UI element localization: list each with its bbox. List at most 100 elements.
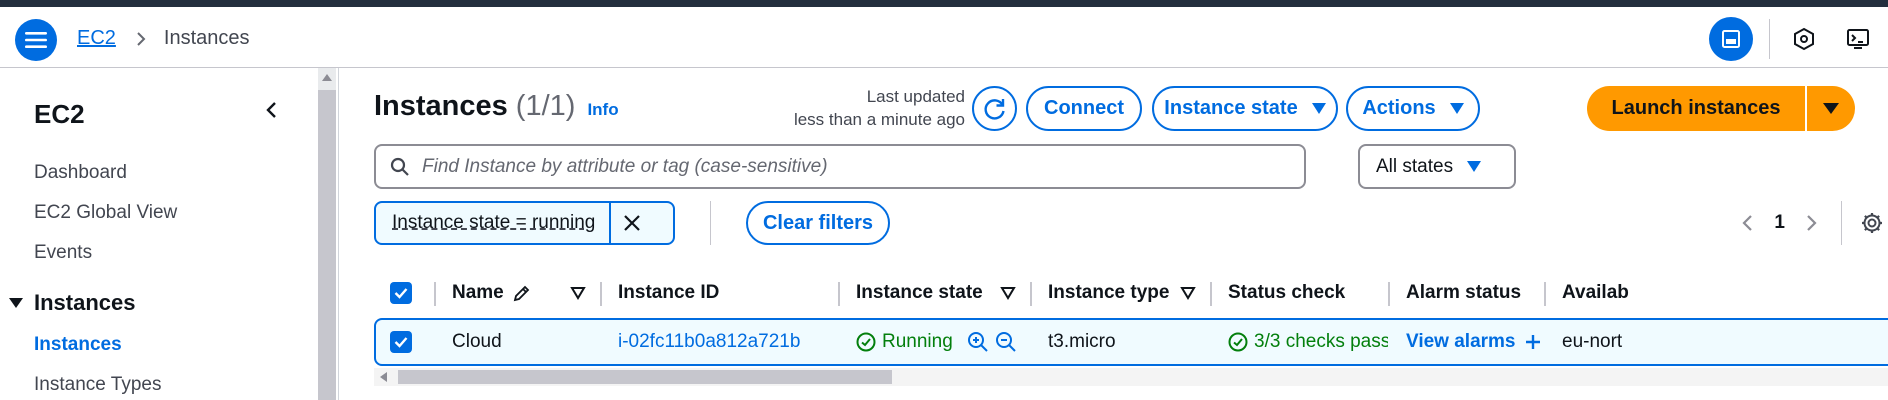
scrollbar-thumb[interactable]	[318, 90, 336, 400]
cell-status-check-text: 3/3 checks passed	[1254, 331, 1388, 352]
last-updated: Last updated less than a minute ago	[780, 85, 965, 131]
refresh-icon	[983, 98, 1005, 120]
pagination: 1	[1740, 201, 1888, 245]
column-divider[interactable]	[1544, 282, 1546, 306]
main-content: Instances (1/1) Info Last updated less t…	[374, 68, 1888, 400]
caret-down-icon	[9, 298, 23, 308]
caret-down-icon	[1449, 103, 1464, 114]
gear-icon[interactable]	[1860, 211, 1884, 235]
cell-status-check: 3/3 checks passed	[1228, 320, 1388, 364]
column-divider[interactable]	[600, 282, 602, 306]
cell-instance-state-text: Running	[882, 331, 953, 352]
caret-down-icon	[1467, 161, 1482, 172]
breadcrumb: EC2 Instances	[77, 27, 250, 50]
sort-caret-icon[interactable]	[570, 286, 586, 300]
sidebar-item-instance-types[interactable]: Instance Types	[34, 374, 161, 396]
caret-down-icon	[1311, 103, 1326, 114]
instance-count: (1/1)	[515, 90, 576, 122]
panel-icon	[1722, 30, 1740, 48]
plus-icon[interactable]	[1524, 333, 1542, 351]
clear-filters-button[interactable]: Clear filters	[746, 201, 890, 245]
sidebar-item-events[interactable]: Events	[34, 242, 92, 264]
cell-name: Cloud	[452, 331, 502, 352]
sidebar-item-dashboard[interactable]: Dashboard	[34, 162, 127, 184]
top-strip	[0, 0, 1888, 7]
view-alarms-link[interactable]: View alarms	[1406, 320, 1542, 364]
column-header-name[interactable]: Name	[452, 270, 532, 315]
table-row[interactable]: Cloud i-02fc11b0a812a721b Running t3.mic…	[374, 318, 1888, 366]
check-icon	[394, 337, 408, 348]
filter-divider	[710, 201, 711, 245]
header-actions	[1709, 17, 1888, 61]
check-icon	[394, 287, 408, 299]
page-number[interactable]: 1	[1774, 212, 1785, 234]
zoom-out-icon[interactable]	[995, 331, 1017, 353]
states-filter-select[interactable]: All states	[1358, 144, 1516, 189]
select-all-checkbox[interactable]	[390, 270, 412, 315]
scroll-left-icon[interactable]	[380, 372, 387, 382]
chevron-left-icon	[266, 102, 276, 118]
column-divider[interactable]	[1210, 282, 1212, 306]
filter-token: Instance state = running	[374, 201, 675, 245]
top-header: EC2 Instances	[0, 7, 1888, 68]
chevron-right-icon	[136, 31, 146, 47]
collapse-sidebar-button[interactable]	[260, 98, 284, 122]
cell-availability-zone: eu-nort	[1562, 331, 1623, 352]
remove-filter-button[interactable]	[609, 203, 653, 243]
success-check-icon	[1228, 332, 1248, 352]
sidebar: EC2 Dashboard EC2 Global View Events Ins…	[0, 68, 318, 400]
column-divider[interactable]	[434, 282, 436, 306]
sidebar-item-instances[interactable]: Instances	[34, 334, 122, 356]
connect-button[interactable]: Connect	[1026, 86, 1142, 131]
row-checkbox[interactable]	[390, 320, 412, 364]
sort-caret-icon[interactable]	[1000, 286, 1016, 300]
column-header-instance-id[interactable]: Instance ID	[618, 270, 719, 315]
column-divider[interactable]	[838, 282, 840, 306]
split-panel-button[interactable]	[1709, 17, 1753, 61]
sidebar-item-global-view[interactable]: EC2 Global View	[34, 202, 177, 224]
breadcrumb-ec2-link[interactable]: EC2	[77, 27, 116, 50]
hexagon-settings-icon	[1794, 27, 1814, 51]
zoom-in-icon[interactable]	[967, 331, 989, 353]
close-icon	[624, 215, 641, 231]
column-header-alarm-status[interactable]: Alarm status	[1406, 270, 1521, 315]
column-header-status-check[interactable]: Status check	[1228, 270, 1345, 315]
success-check-icon	[856, 332, 876, 352]
chevron-left-icon[interactable]	[1740, 213, 1754, 233]
actions-button[interactable]: Actions	[1346, 86, 1480, 131]
search-input[interactable]: Find Instance by attribute or tag (case-…	[374, 144, 1306, 189]
instance-state-button[interactable]: Instance state	[1152, 86, 1338, 131]
cloudshell-button[interactable]	[1842, 23, 1874, 55]
table-horizontal-scrollbar[interactable]	[374, 368, 1888, 386]
sidebar-scrollbar[interactable]	[318, 68, 336, 400]
last-updated-label: Last updated	[866, 87, 965, 106]
header-divider	[1769, 19, 1770, 59]
info-link[interactable]: Info	[587, 100, 618, 120]
launch-instances-button[interactable]: Launch instances	[1587, 86, 1805, 131]
search-placeholder: Find Instance by attribute or tag (case-…	[422, 155, 828, 177]
column-name-label: Name	[452, 281, 504, 303]
sidebar-section-label: Instances	[34, 290, 136, 315]
column-header-instance-state[interactable]: Instance state	[856, 270, 983, 315]
refresh-button[interactable]	[972, 86, 1017, 131]
hamburger-icon	[25, 32, 47, 48]
filter-token-label[interactable]: Instance state = running	[376, 203, 609, 243]
scroll-up-icon[interactable]	[322, 74, 332, 81]
tools-button[interactable]	[1788, 23, 1820, 55]
column-divider[interactable]	[1388, 282, 1390, 306]
sidebar-title: EC2	[34, 99, 85, 129]
menu-button[interactable]	[15, 19, 57, 61]
page-title-text: Instances	[374, 90, 508, 122]
sort-caret-icon[interactable]	[1180, 286, 1196, 300]
launch-options-dropdown[interactable]	[1807, 86, 1855, 131]
cell-instance-id-link[interactable]: i-02fc11b0a812a721b	[618, 320, 800, 364]
column-header-instance-type[interactable]: Instance type	[1048, 270, 1169, 315]
column-divider[interactable]	[1030, 282, 1032, 306]
last-updated-value: less than a minute ago	[793, 110, 965, 129]
column-header-availability[interactable]: Availab	[1562, 270, 1642, 315]
caret-down-icon	[1823, 103, 1839, 114]
pager-divider	[1841, 201, 1842, 245]
chevron-right-icon[interactable]	[1805, 213, 1819, 233]
sidebar-section-instances[interactable]: Instances	[8, 290, 136, 316]
scrollbar-thumb[interactable]	[398, 370, 892, 384]
